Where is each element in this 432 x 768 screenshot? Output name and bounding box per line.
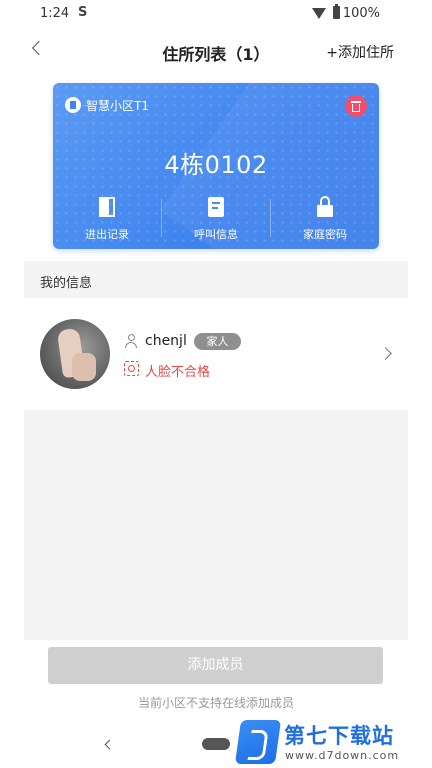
- my-info-section-header: 我的信息: [24, 261, 408, 298]
- face-status: 人脸不合格: [145, 365, 211, 380]
- residence-card[interactable]: 智慧小区T1 4栋0102 进出记录 呼叫信息 家庭密码: [53, 83, 379, 249]
- member-list-empty-area: [24, 410, 408, 640]
- avatar-photo-hand-lower: [72, 353, 96, 381]
- family-password-button[interactable]: 家庭密码: [271, 196, 379, 242]
- community-icon: [65, 97, 81, 113]
- access-records-button[interactable]: 进出记录: [53, 196, 161, 242]
- chevron-right-icon: [379, 347, 392, 360]
- battery-icon: [333, 4, 340, 19]
- member-name: chenjl: [145, 333, 187, 349]
- status-bar: 1:24 S 100%: [0, 0, 432, 28]
- call-info-icon: [206, 196, 226, 218]
- battery-percent: 100%: [342, 6, 380, 21]
- access-records-label: 进出记录: [85, 228, 129, 241]
- watermark-logo-icon: [234, 720, 282, 764]
- role-badge: 家人: [194, 333, 241, 350]
- call-info-button[interactable]: 呼叫信息: [162, 196, 270, 242]
- watermark-title: 第七下载站: [284, 724, 394, 748]
- wifi-icon: [312, 8, 326, 19]
- face-scan-icon: [124, 361, 139, 376]
- add-member-button[interactable]: 添加成员: [48, 647, 383, 684]
- nav-home-pill[interactable]: [202, 738, 230, 750]
- sim-icon: S: [78, 5, 88, 20]
- unit-number: 4栋0102: [164, 151, 268, 179]
- member-row[interactable]: chenjl 家人 人脸不合格: [24, 298, 408, 410]
- nav-back-icon[interactable]: [104, 739, 115, 750]
- add-member-notice: 当前小区不支持在线添加成员: [137, 696, 294, 710]
- call-info-label: 呼叫信息: [194, 228, 238, 241]
- delete-residence-button[interactable]: [345, 95, 367, 117]
- section-title: 我的信息: [40, 276, 93, 291]
- avatar: [40, 319, 110, 389]
- community-name: 智慧小区T1: [86, 99, 149, 113]
- person-icon: [124, 334, 138, 348]
- watermark: 第七下载站 www.d7down.com: [234, 718, 432, 768]
- lock-icon: [315, 196, 335, 218]
- trash-icon: [351, 101, 361, 103]
- door-icon: [97, 196, 117, 218]
- family-password-label: 家庭密码: [303, 228, 347, 241]
- add-residence-button[interactable]: +添加住所: [326, 42, 394, 62]
- status-time: 1:24: [40, 6, 70, 21]
- header: 住所列表（1） +添加住所: [0, 32, 432, 68]
- watermark-url: www.d7down.com: [285, 749, 400, 762]
- trash-icon-body: [352, 104, 360, 112]
